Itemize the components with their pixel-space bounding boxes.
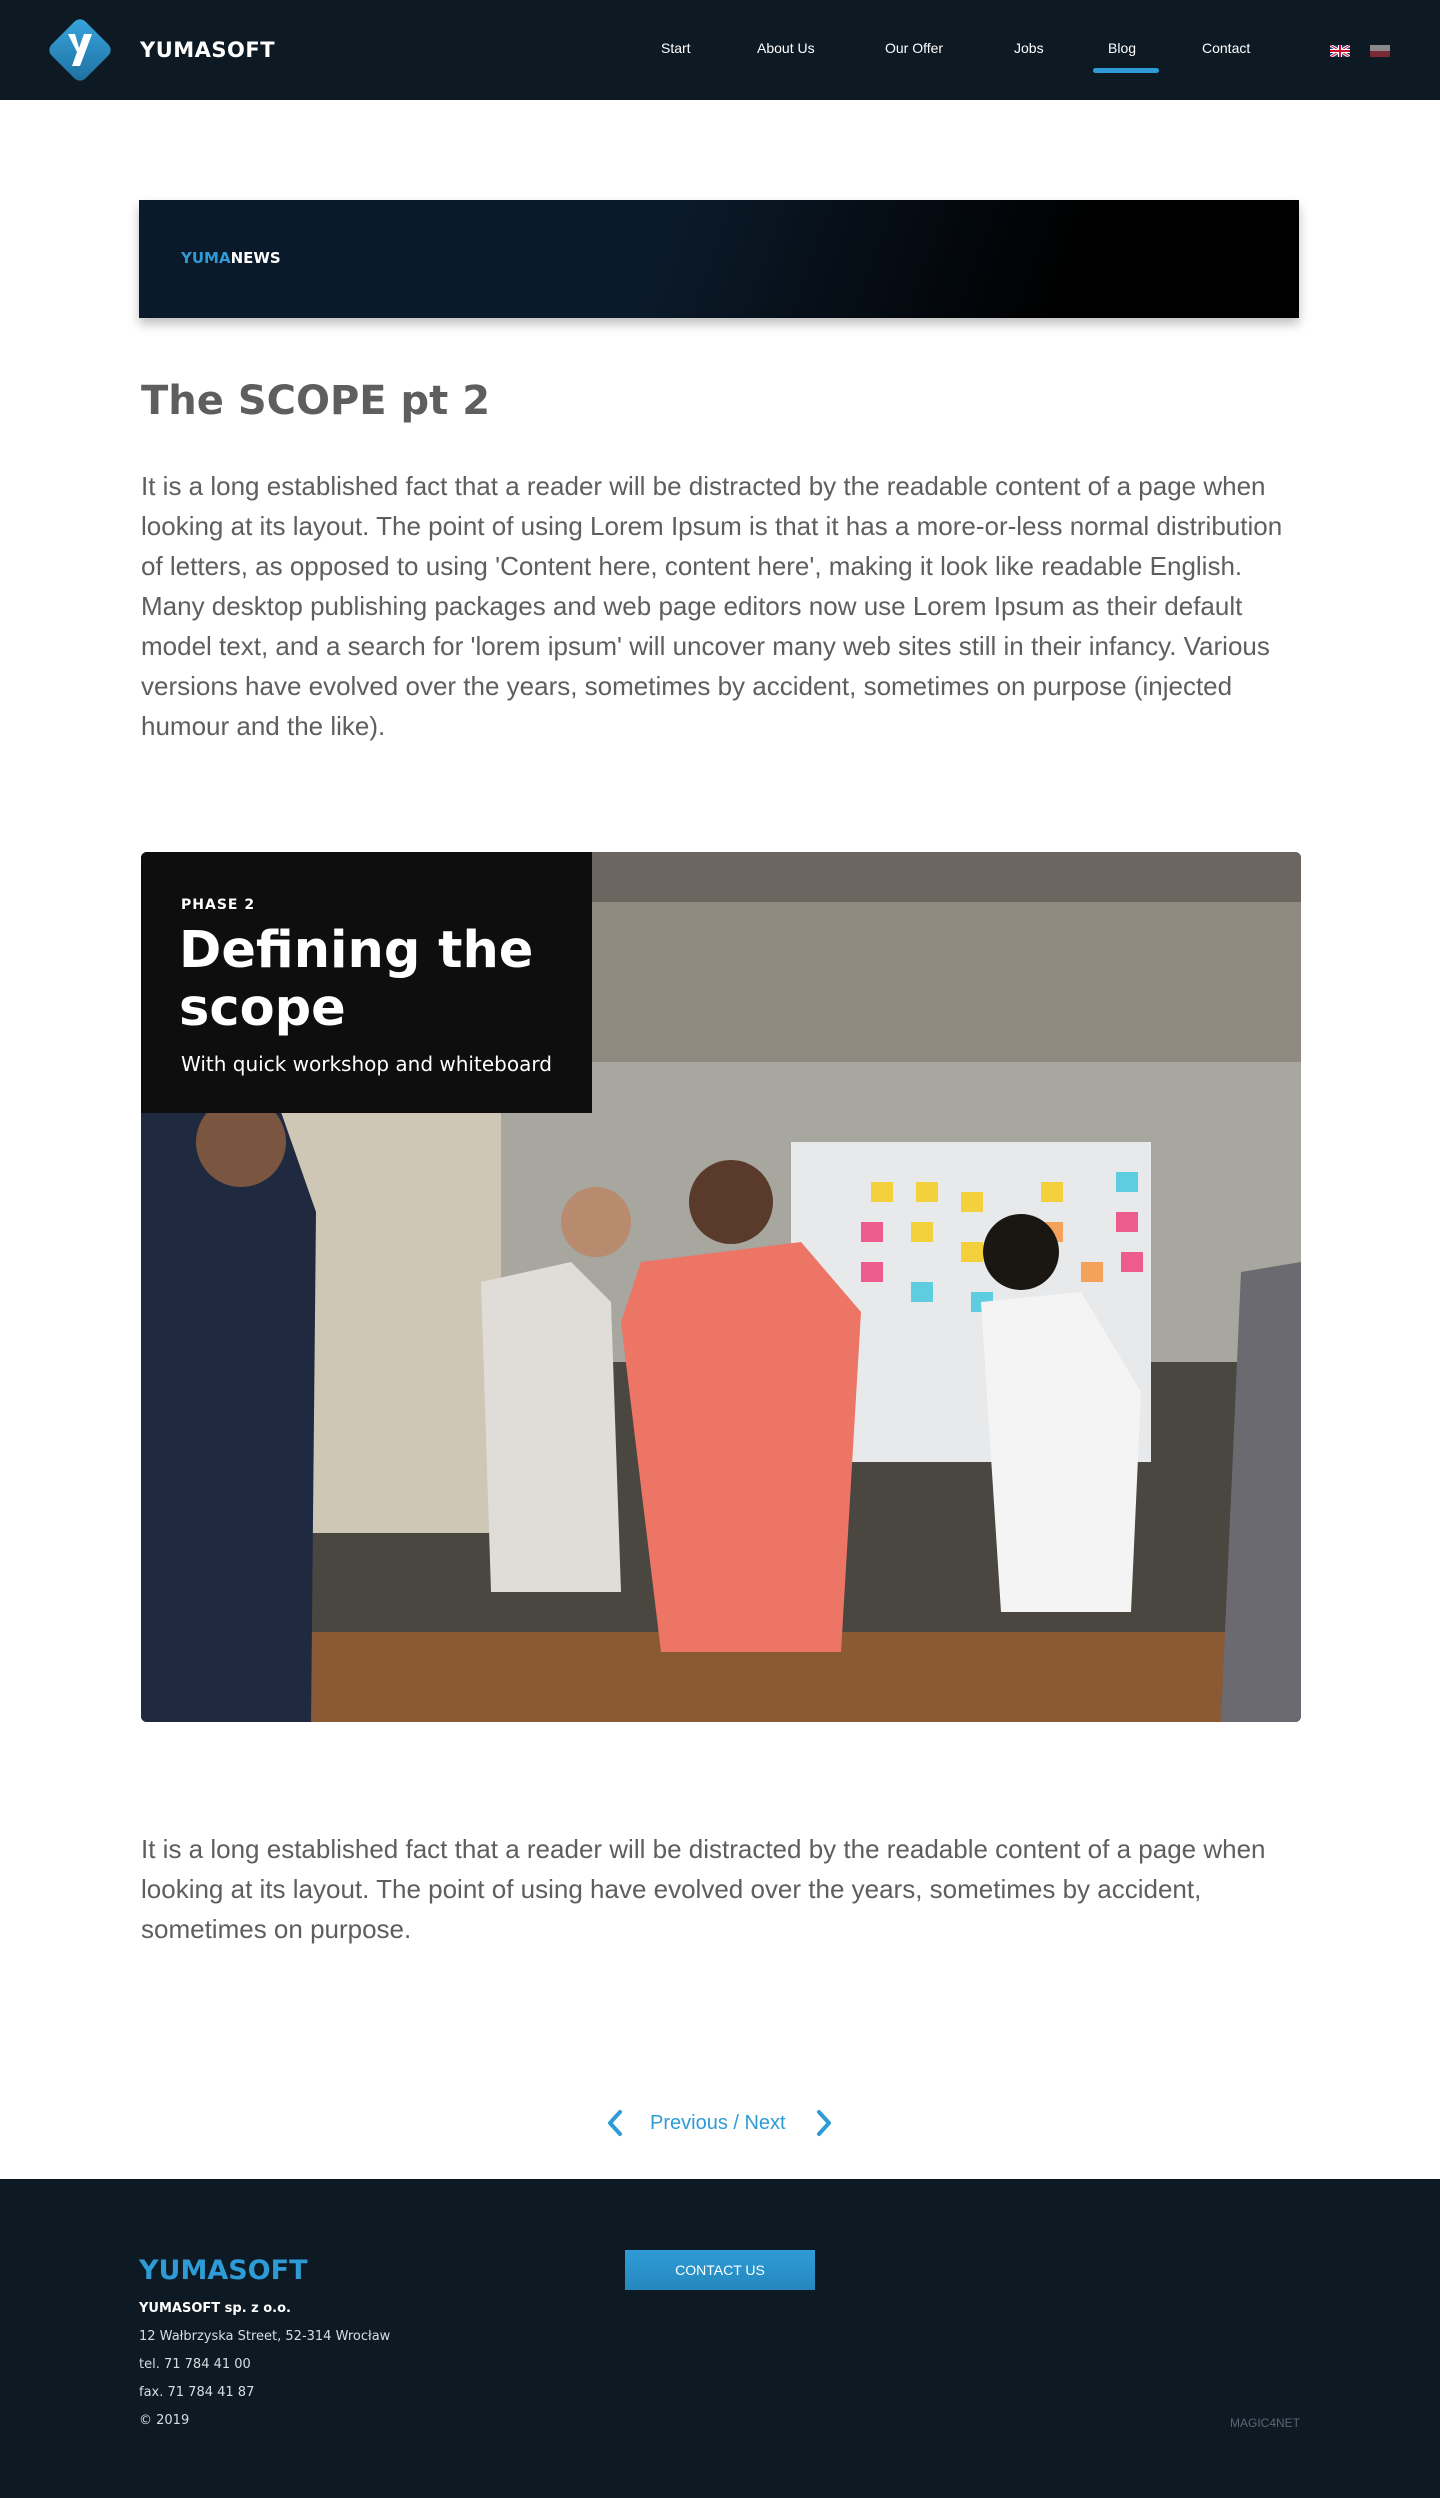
news-banner: YUMANEWS — [139, 200, 1299, 318]
banner-label-news: NEWS — [230, 249, 281, 267]
site-header: YUMASOFT Start About Us Our Offer Jobs B… — [0, 0, 1440, 100]
banner-label-yuma: YUMA — [181, 249, 231, 267]
english-flag-icon[interactable] — [1330, 45, 1350, 57]
footer-credit[interactable]: MAGIC4NET — [1230, 2416, 1300, 2430]
banner-label: YUMANEWS — [181, 249, 281, 267]
nav-start[interactable]: Start — [661, 40, 691, 56]
brand-name: YUMASOFT — [140, 38, 276, 62]
nav-about-us[interactable]: About Us — [757, 40, 815, 56]
article-paragraph-2: It is a long established fact that a rea… — [141, 1834, 1266, 1944]
footer-address: 12 Wałbrzyska Street, 52-314 Wrocław — [139, 2329, 391, 2344]
article-image: PHASE 2 Defining the scope With quick wo… — [141, 852, 1301, 1722]
footer-brand: YUMASOFT — [139, 2255, 308, 2286]
polish-flag-icon[interactable] — [1370, 45, 1390, 57]
nav-active-indicator — [1093, 68, 1159, 73]
pagination: Previous / Next — [0, 2107, 1440, 2139]
phase-label: PHASE 2 — [181, 897, 256, 913]
image-heading: Defining the scope — [179, 921, 534, 1038]
image-caption-box: PHASE 2 Defining the scope With quick wo… — [141, 852, 592, 1113]
nav-jobs[interactable]: Jobs — [1014, 40, 1044, 56]
nav-contact[interactable]: Contact — [1202, 40, 1250, 56]
article-title: The SCOPE pt 2 — [141, 378, 491, 424]
footer-phone: tel. 71 784 41 00 — [139, 2357, 251, 2372]
chevron-left-icon[interactable] — [605, 2109, 625, 2137]
image-subheading: With quick workshop and whiteboard — [181, 1052, 552, 1076]
previous-next-link[interactable]: Previous / Next — [650, 2112, 786, 2135]
site-footer: YUMASOFT YUMASOFT sp. z o.o. 12 Wałbrzys… — [0, 2179, 1440, 2498]
yumasoft-logo-icon — [49, 19, 111, 81]
nav-our-offer[interactable]: Our Offer — [885, 40, 943, 56]
footer-copyright: © 2019 — [139, 2413, 190, 2428]
contact-us-button[interactable]: CONTACT US — [625, 2250, 815, 2290]
footer-fax: fax. 71 784 41 87 — [139, 2385, 255, 2400]
footer-company-name: YUMASOFT sp. z o.o. — [139, 2301, 291, 2316]
logo[interactable]: YUMASOFT — [44, 14, 275, 86]
nav-blog[interactable]: Blog — [1108, 40, 1136, 56]
article-paragraph-1: It is a long established fact that a rea… — [141, 471, 1283, 741]
chevron-right-icon[interactable] — [814, 2109, 834, 2137]
